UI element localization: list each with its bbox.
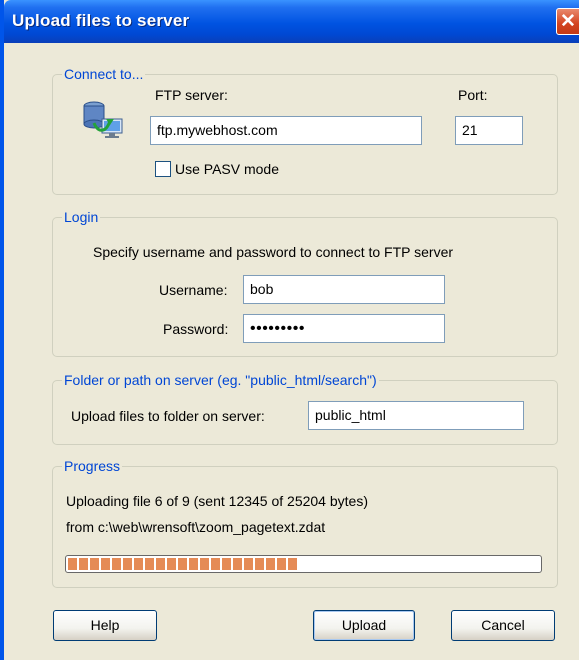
folder-group: Folder or path on server (eg. "public_ht… — [52, 372, 558, 445]
upload-button[interactable]: Upload — [313, 610, 415, 641]
cancel-button[interactable]: Cancel — [451, 610, 555, 641]
progress-status-line2: from c:\web\wrensoft\zoom_pagetext.zdat — [66, 519, 326, 535]
port-input[interactable]: 21 — [455, 116, 523, 145]
upload-dialog: Upload files to server ✕ Connect to... F… — [0, 0, 579, 660]
close-icon: ✕ — [560, 11, 576, 32]
connect-legend: Connect to... — [62, 66, 146, 82]
folder-label: Upload files to folder on server: — [71, 408, 265, 424]
connect-group: Connect to... FTP server: ftp.mywebhost.… — [52, 66, 558, 195]
progress-bar — [65, 555, 542, 573]
folder-input[interactable]: public_html — [308, 401, 524, 430]
port-label: Port: — [458, 87, 488, 103]
close-button[interactable]: ✕ — [556, 8, 579, 35]
title-bar[interactable]: Upload files to server ✕ — [4, 0, 579, 43]
pasv-label[interactable]: Use PASV mode — [175, 161, 279, 178]
username-input[interactable]: bob — [243, 275, 445, 304]
progress-status-line1: Uploading file 6 of 9 (sent 12345 of 252… — [66, 493, 368, 509]
progress-legend: Progress — [62, 458, 123, 474]
progress-bar-fill — [68, 558, 299, 570]
password-input[interactable]: ••••••••• — [243, 314, 445, 343]
password-label: Password: — [163, 321, 229, 337]
help-button[interactable]: Help — [53, 610, 157, 641]
pasv-checkbox[interactable] — [155, 161, 171, 177]
window-title: Upload files to server — [12, 11, 190, 30]
username-label: Username: — [159, 282, 228, 298]
login-group: Login Specify username and password to c… — [52, 209, 558, 357]
dialog-body: Connect to... FTP server: ftp.mywebhost.… — [8, 43, 579, 660]
progress-group: Progress Uploading file 6 of 9 (sent 123… — [52, 458, 558, 588]
ftp-server-input[interactable]: ftp.mywebhost.com — [150, 116, 422, 145]
login-instruction: Specify username and password to connect… — [93, 244, 454, 260]
ftp-server-label: FTP server: — [155, 87, 228, 103]
login-legend: Login — [62, 209, 101, 225]
folder-legend: Folder or path on server (eg. "public_ht… — [62, 372, 379, 388]
server-computer-icon — [83, 101, 123, 138]
